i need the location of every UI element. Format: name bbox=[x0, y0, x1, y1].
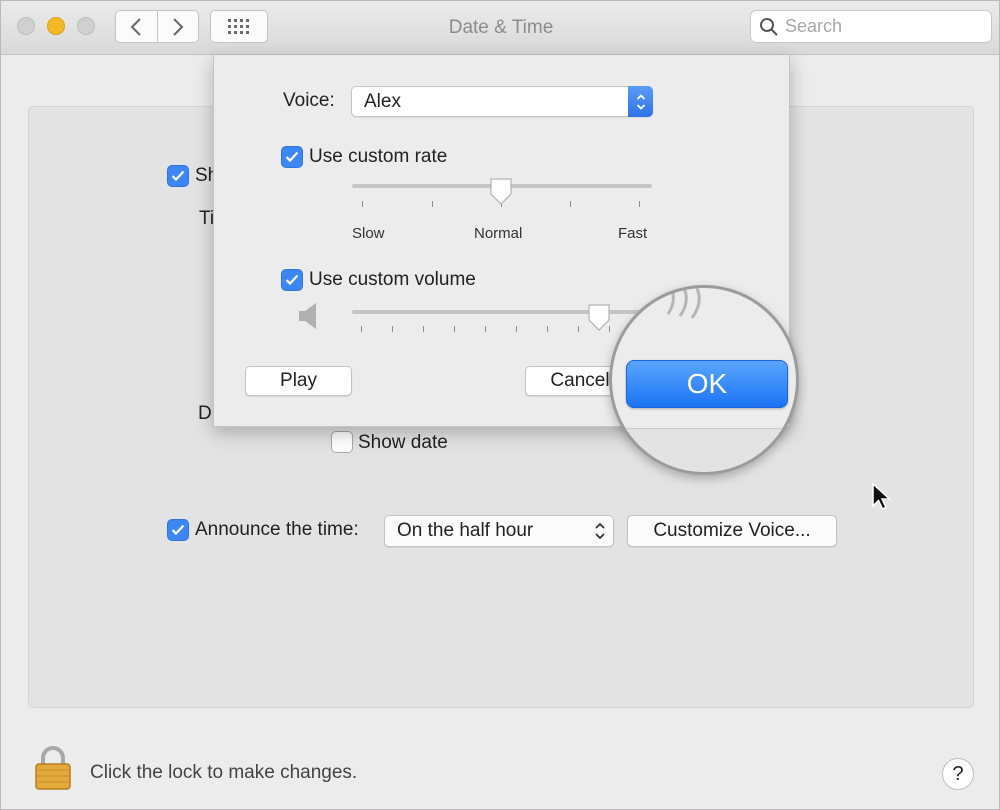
rate-normal-label: Normal bbox=[474, 225, 523, 242]
magnifier-background bbox=[612, 428, 796, 472]
custom-volume-checkbox[interactable] bbox=[281, 269, 303, 291]
checkmark-icon bbox=[285, 151, 299, 163]
volume-tick bbox=[392, 326, 393, 332]
help-button[interactable]: ? bbox=[942, 758, 974, 790]
lock-icon[interactable] bbox=[34, 746, 72, 790]
announce-interval-value: On the half hour bbox=[397, 520, 534, 541]
rate-tick bbox=[362, 201, 363, 207]
volume-tick bbox=[516, 326, 517, 332]
announce-time-checkbox[interactable] bbox=[167, 519, 189, 541]
checkmark-icon bbox=[171, 524, 185, 536]
custom-rate-checkbox[interactable] bbox=[281, 146, 303, 168]
ok-button[interactable]: OK bbox=[626, 360, 788, 408]
announce-time-label: Announce the time: bbox=[195, 519, 359, 540]
voice-label: Voice: bbox=[283, 90, 335, 111]
date-time-window: Date & Time Sh Ti D Show date Announce t… bbox=[0, 0, 1000, 810]
mouse-pointer-icon bbox=[872, 482, 892, 510]
checkmark-icon bbox=[285, 274, 299, 286]
voice-popup[interactable]: Alex bbox=[351, 86, 653, 117]
time-options-label: Ti bbox=[199, 208, 215, 229]
voice-popup-stepper bbox=[628, 86, 653, 117]
lock-message: Click the lock to make changes. bbox=[90, 762, 358, 783]
voice-value: Alex bbox=[364, 90, 401, 112]
ok-button-magnifier: OK bbox=[609, 285, 799, 475]
custom-volume-label: Use custom volume bbox=[309, 269, 476, 290]
volume-tick bbox=[361, 326, 362, 332]
updown-arrows-icon bbox=[636, 93, 645, 110]
search-field[interactable] bbox=[750, 10, 992, 43]
rate-slider-knob[interactable] bbox=[488, 177, 514, 207]
volume-slider-knob[interactable] bbox=[586, 303, 612, 333]
volume-tick bbox=[454, 326, 455, 332]
rate-tick bbox=[639, 201, 640, 207]
volume-tick bbox=[578, 326, 579, 332]
updown-arrows-icon bbox=[595, 522, 605, 540]
volume-tick bbox=[485, 326, 486, 332]
play-button[interactable]: Play bbox=[245, 366, 352, 396]
volume-tick bbox=[423, 326, 424, 332]
search-icon bbox=[760, 17, 778, 36]
show-date-checkbox[interactable] bbox=[331, 431, 353, 453]
custom-rate-label: Use custom rate bbox=[309, 146, 448, 167]
speaker-low-icon bbox=[299, 303, 316, 329]
toolbar: Date & Time bbox=[1, 1, 999, 55]
search-input[interactable] bbox=[785, 16, 975, 37]
customize-voice-button[interactable]: Customize Voice... bbox=[627, 515, 837, 547]
announce-interval-popup[interactable]: On the half hour bbox=[384, 515, 614, 547]
date-options-label: D bbox=[198, 403, 212, 424]
show-clock-checkbox[interactable] bbox=[167, 165, 189, 187]
rate-slow-label: Slow bbox=[352, 225, 385, 242]
speaker-high-icon bbox=[666, 288, 701, 319]
rate-fast-label: Fast bbox=[618, 225, 648, 242]
rate-tick bbox=[432, 201, 433, 207]
rate-tick bbox=[570, 201, 571, 207]
volume-tick bbox=[547, 326, 548, 332]
show-date-label: Show date bbox=[358, 432, 448, 453]
checkmark-icon bbox=[171, 170, 185, 182]
